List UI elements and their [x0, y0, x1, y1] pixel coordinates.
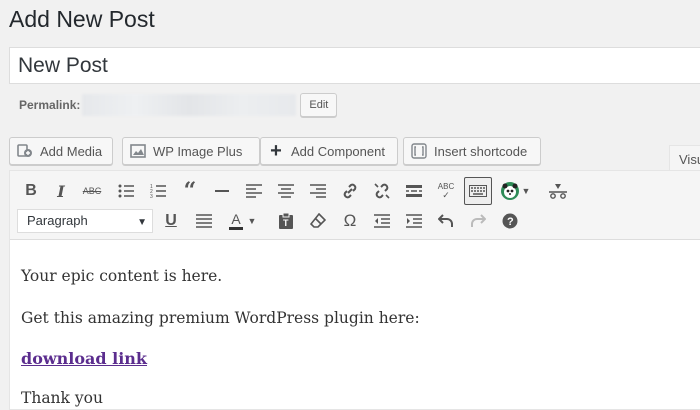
blockquote-icon[interactable]: “: [176, 177, 204, 205]
image-icon: [129, 142, 147, 160]
format-select-value: Paragraph: [27, 213, 88, 228]
permalink-edit-button[interactable]: Edit: [300, 93, 338, 117]
text-color-caret-icon[interactable]: ▼: [245, 207, 259, 235]
numbered-list-icon[interactable]: 123: [144, 177, 172, 205]
chevron-down-icon: ▼: [137, 217, 147, 228]
content-paragraph-4: Thank you: [21, 389, 103, 407]
paste-as-text-icon[interactable]: T: [272, 207, 300, 235]
spellcheck-icon[interactable]: ABC ✓: [432, 177, 460, 205]
help-icon[interactable]: ?: [496, 207, 524, 235]
add-media-icon: [16, 142, 34, 160]
content-paragraph-1: Your epic content is here.: [21, 267, 223, 285]
strikethrough-icon[interactable]: ABC: [78, 177, 106, 205]
add-component-button[interactable]: + Add Component: [260, 137, 398, 165]
insert-shortcode-button[interactable]: Insert shortcode: [403, 137, 541, 165]
content-paragraph-2: Get this amazing premium WordPress plugi…: [21, 309, 420, 327]
toolbar-row-1: B I ABC 123 “ ABC ✓ ▼: [10, 177, 700, 205]
link-icon[interactable]: [336, 177, 364, 205]
wp-image-plus-label: WP Image Plus: [153, 143, 243, 159]
download-link[interactable]: download link: [21, 349, 147, 368]
post-title-field[interactable]: New Post: [9, 47, 700, 84]
indent-icon[interactable]: [400, 207, 428, 235]
redo-icon[interactable]: [464, 207, 492, 235]
align-right-icon[interactable]: [304, 177, 332, 205]
toolbar-row-2: Paragraph ▼ U A ▼ T Ω ?: [10, 207, 700, 235]
outdent-icon[interactable]: [368, 207, 396, 235]
post-editor: B I ABC 123 “ ABC ✓ ▼ Paragraph ▼ U A ▼ …: [9, 170, 700, 410]
format-select[interactable]: Paragraph ▼: [17, 209, 153, 233]
insert-shortcode-label: Insert shortcode: [434, 143, 528, 159]
add-media-button[interactable]: Add Media: [9, 137, 113, 165]
plus-icon: +: [270, 139, 282, 162]
editor-toolbar: B I ABC 123 “ ABC ✓ ▼ Paragraph ▼ U A ▼ …: [10, 171, 700, 240]
strike-hammer-icon[interactable]: [544, 177, 572, 205]
italic-icon[interactable]: I: [47, 177, 75, 205]
special-character-icon[interactable]: Ω: [336, 207, 364, 235]
add-component-label: Add Component: [291, 143, 385, 159]
unlink-icon[interactable]: [368, 177, 396, 205]
align-left-icon[interactable]: [240, 177, 268, 205]
svg-text:3: 3: [150, 194, 153, 198]
undo-icon[interactable]: [432, 207, 460, 235]
align-center-icon[interactable]: [272, 177, 300, 205]
clear-formatting-icon[interactable]: [304, 207, 332, 235]
page-title: Add New Post: [9, 6, 155, 32]
underline-icon[interactable]: U: [157, 207, 185, 235]
svg-text:T: T: [283, 218, 289, 228]
toolbar-toggle-icon[interactable]: [464, 177, 492, 205]
tab-visual[interactable]: Visu: [669, 145, 700, 170]
post-title-input[interactable]: New Post: [18, 52, 108, 80]
read-more-icon[interactable]: [400, 177, 428, 205]
shortcode-icon: [410, 142, 428, 160]
wp-image-plus-button[interactable]: WP Image Plus: [122, 137, 260, 165]
permalink-url-blurred[interactable]: [82, 94, 297, 116]
permalink-label: Permalink:: [19, 98, 81, 112]
svg-text:?: ?: [507, 216, 514, 228]
add-media-label: Add Media: [40, 143, 103, 159]
bulleted-list-icon[interactable]: [112, 177, 140, 205]
horizontal-line-icon[interactable]: [208, 177, 236, 205]
bold-icon[interactable]: B: [17, 177, 45, 205]
dropdown-caret-icon[interactable]: ▼: [519, 177, 533, 205]
justify-icon[interactable]: [190, 207, 218, 235]
permalink-row: Permalink: Edit: [19, 93, 338, 117]
